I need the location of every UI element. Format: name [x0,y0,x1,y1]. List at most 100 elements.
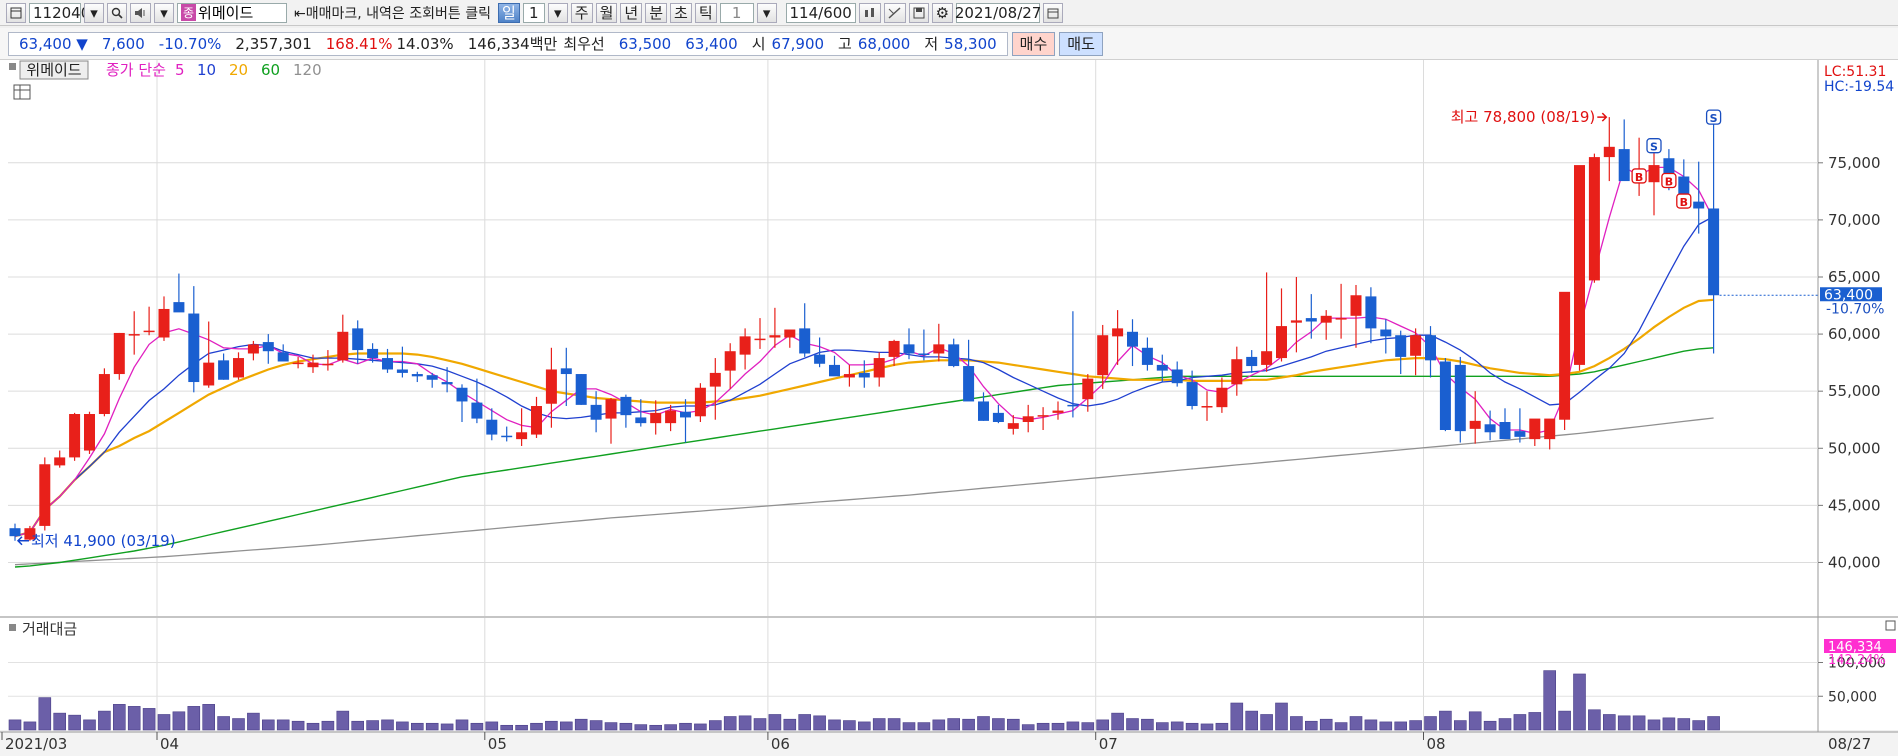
multiplier-dropdown-button[interactable]: ▾ [547,2,568,23]
trade-mark-hint[interactable]: ⇤매매마크, 내역은 조회버튼 클릭 [290,3,495,23]
trade-value-bar [1439,710,1452,731]
period-tab-tick[interactable]: 틱 [694,2,717,23]
legend-title: 위메이드 [26,61,81,79]
speaker-icon [135,7,145,18]
trade-value-bar [1647,719,1661,731]
market-tag: 종 [181,4,197,21]
stock-name: 위메이드 [198,4,254,22]
save-icon [913,7,925,18]
candle-body [635,417,647,424]
trade-value-bar [1677,718,1691,731]
candle-body [426,375,438,380]
candle-body [1454,364,1466,432]
chart-tools-button[interactable] [858,2,881,23]
trade-value-bar [1111,712,1124,731]
layout-icon[interactable] [6,2,26,23]
trade-value-bar [1170,721,1184,731]
trade-value-bar [1573,673,1586,731]
candle-body [1499,422,1511,440]
candle-body [531,406,542,435]
best-quote-label: 최우선 [563,35,605,53]
sell-button[interactable]: 매도 [1059,31,1103,56]
trade-value-bar [8,719,22,731]
value-panel-bullet-icon [9,624,16,631]
candle-body [382,358,393,370]
buy-button[interactable]: 매수 [1011,31,1056,56]
period-tab-year[interactable]: 년 [620,2,643,23]
trade-value-bar [440,723,454,731]
value-y-tick-label: 50,000 [1828,689,1877,705]
candle-body [1514,431,1526,437]
trade-value-bar [53,712,67,731]
speaker-button[interactable] [130,2,151,23]
candle-body [218,360,230,380]
candle-body [1365,296,1377,329]
trade-value-bar [351,720,365,731]
trade-value-bar [1185,722,1199,731]
stock-name-field[interactable]: 종 위메이드 [177,2,287,23]
trade-value-bar [172,711,186,731]
period-tab-second[interactable]: 초 [670,2,692,23]
trade-value-bar [232,718,245,731]
calendar-button[interactable] [1043,2,1064,23]
trade-value-bar [396,721,409,731]
trade-value-bar [962,718,975,731]
legend-bullet-icon [9,63,16,70]
trade-value-bar [157,714,171,731]
stock-code-input[interactable]: 112040 [29,2,90,23]
trade-value-bar [1662,717,1676,731]
draw-button[interactable] [883,2,906,23]
candle-body [1276,326,1287,359]
candle-body [1693,201,1705,209]
candle-body [605,399,617,419]
trade-value-bar [604,722,618,731]
grid-toggle-icon [13,84,31,100]
candle-body [1246,356,1258,367]
trade-value-bar [366,720,379,731]
price-chart[interactable]: 40,000 45,000 50,000 55,000 60,000 65,000 70,0… [0,60,1898,756]
trade-value-bar [857,721,871,731]
candle-body [992,412,1004,423]
price-panel-bg [0,60,1898,616]
candle-body [1037,415,1049,417]
bid-price: 63,400 [685,34,738,53]
data-count-input[interactable]: 114/600 [785,2,856,23]
candle-body [247,344,259,354]
trade-value-bar [1543,670,1556,731]
value-panel-bg [0,618,1898,730]
period-tab-month[interactable]: 월 [595,2,618,23]
candle-body [411,374,423,377]
trade-value-bar [113,704,126,731]
settings-button[interactable]: ⚙ [931,2,954,23]
trade-value-bar [202,704,215,731]
period-tab-day[interactable]: 일 [497,2,520,23]
interval-dropdown-button[interactable]: ▾ [756,2,777,23]
candle-body [888,340,900,357]
period-tab-minute[interactable]: 분 [645,2,668,23]
trade-value-bar [1454,720,1467,731]
period-tab-week[interactable]: 주 [570,2,593,23]
save-button[interactable] [908,2,929,23]
ask-price: 63,500 [618,34,672,53]
trade-value-bar [1245,710,1258,731]
trade-value-bar [1364,719,1378,731]
candle-body [1350,295,1362,316]
trade-value-bar [783,718,797,731]
search-button[interactable] [107,2,127,23]
date-input[interactable]: 2021/08/27 [955,2,1041,23]
trade-value-bar [425,722,439,731]
trade-mark-label: B [1635,171,1643,184]
trade-value-bar [843,720,856,731]
high-label: 고 [838,35,852,53]
code-dropdown-button[interactable]: ▾ [84,2,104,23]
candle-body [1648,165,1660,183]
trade-value-bar [381,719,394,731]
candle-body [784,329,796,338]
trade-value-bar [664,724,677,731]
trade-value-bar [83,719,96,731]
candle-body [1022,416,1034,423]
interval-input[interactable]: 1 [719,2,754,23]
speaker-dropdown-button[interactable]: ▾ [154,2,174,23]
trade-value-bar [738,715,752,731]
period-multiplier[interactable]: 1 [522,2,545,23]
